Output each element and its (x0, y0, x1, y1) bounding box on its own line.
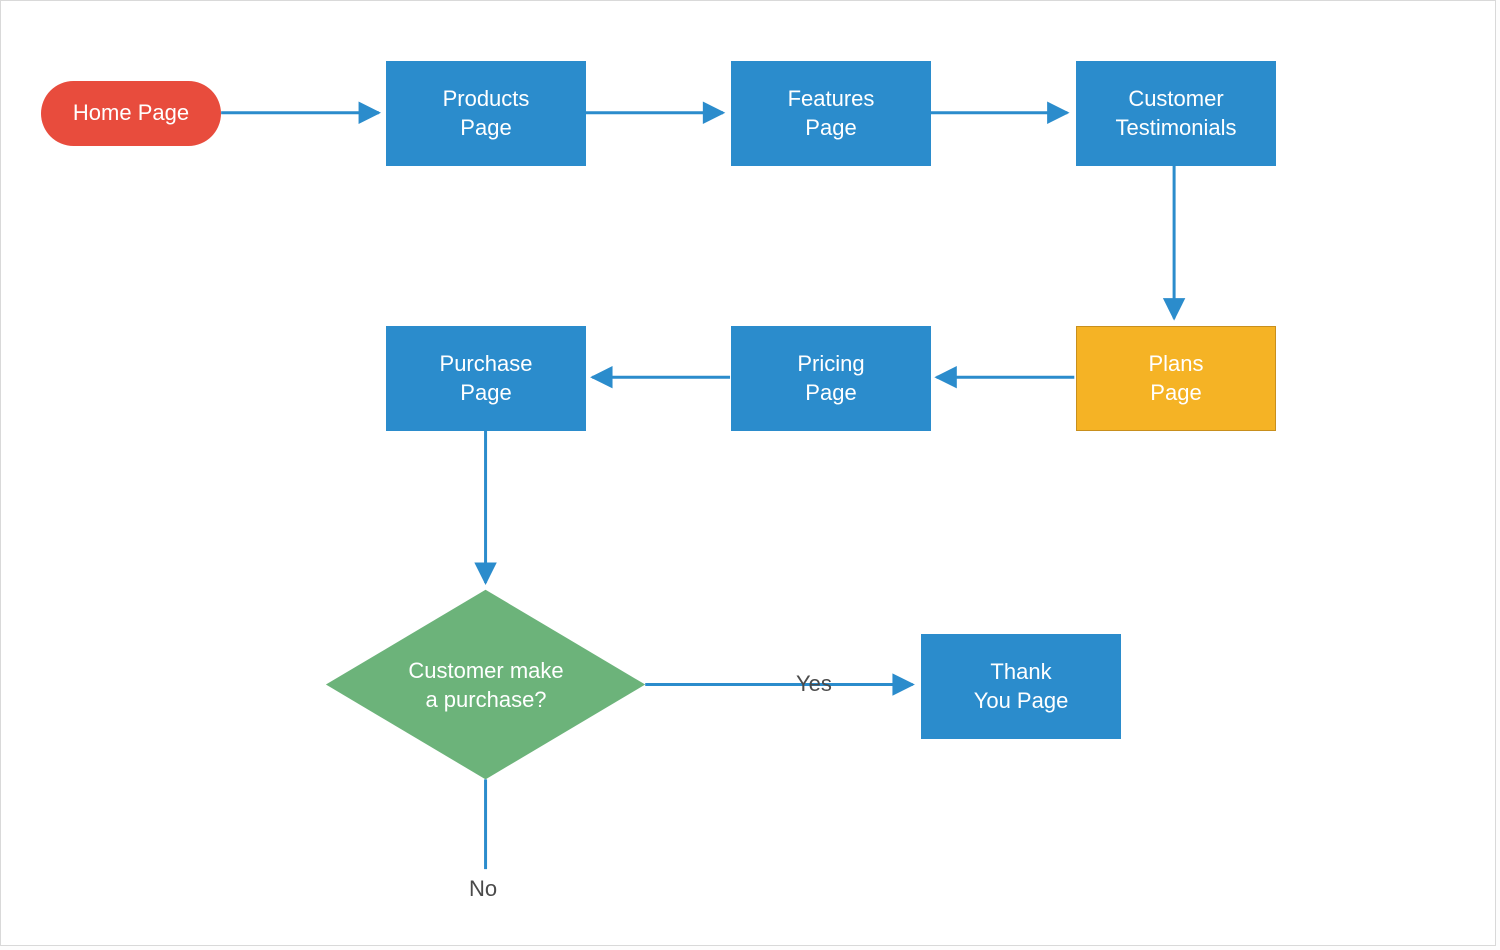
node-label: PlansPage (1148, 350, 1203, 407)
flowchart-canvas: Home Page ProductsPage FeaturesPage Cust… (0, 0, 1496, 946)
node-label: ProductsPage (443, 85, 530, 142)
node-label: CustomerTestimonials (1115, 85, 1236, 142)
node-label: FeaturesPage (788, 85, 875, 142)
node-thank-you-page: ThankYou Page (921, 634, 1121, 739)
node-pricing-page: PricingPage (731, 326, 931, 431)
node-label: Customer makea purchase? (408, 657, 563, 714)
edge-label-no: No (469, 876, 497, 902)
node-label: PurchasePage (440, 350, 533, 407)
node-plans-page: PlansPage (1076, 326, 1276, 431)
node-features-page: FeaturesPage (731, 61, 931, 166)
edge-label-yes: Yes (796, 671, 832, 697)
node-customer-testimonials: CustomerTestimonials (1076, 61, 1276, 166)
node-decision-purchase: Customer makea purchase? (326, 591, 646, 781)
node-label: PricingPage (797, 350, 864, 407)
node-label: Home Page (73, 99, 189, 128)
node-home-page: Home Page (41, 81, 221, 146)
node-purchase-page: PurchasePage (386, 326, 586, 431)
node-label: ThankYou Page (974, 658, 1069, 715)
node-products-page: ProductsPage (386, 61, 586, 166)
